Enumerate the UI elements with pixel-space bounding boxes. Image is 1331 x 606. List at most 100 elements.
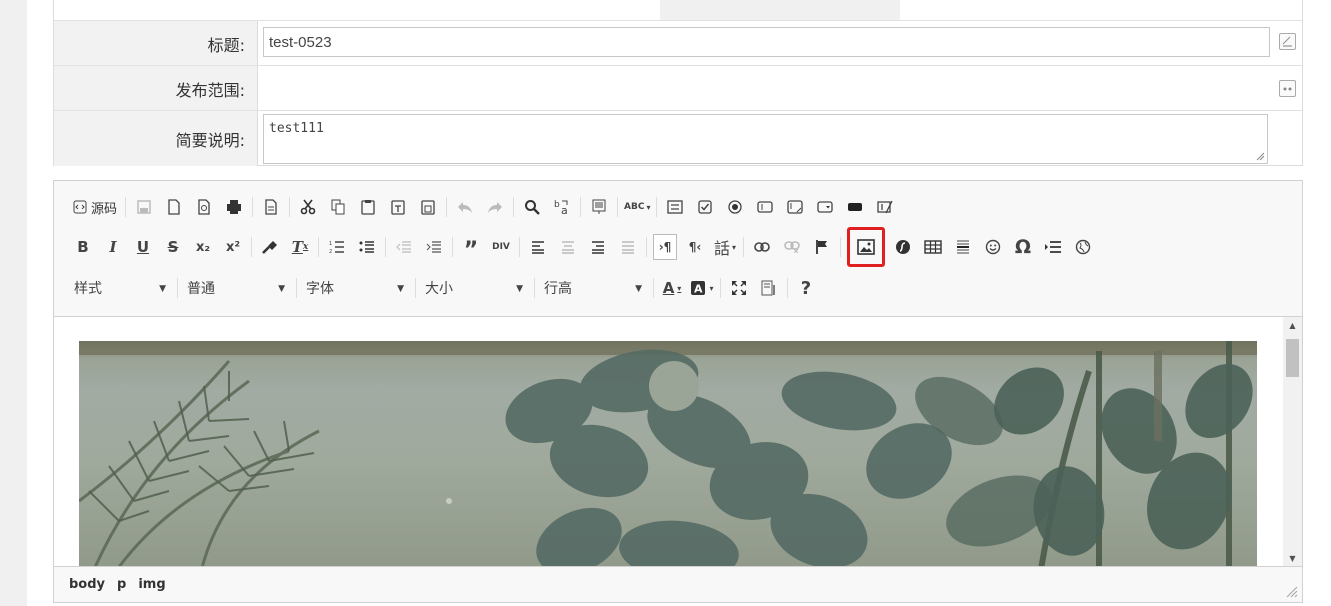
toolbar-separator bbox=[452, 237, 453, 257]
table-icon[interactable] bbox=[921, 234, 945, 260]
remove-format-icon[interactable]: Tx bbox=[288, 234, 312, 260]
paste-word-icon[interactable] bbox=[416, 194, 440, 220]
blockquote-icon[interactable]: ” bbox=[459, 234, 483, 262]
select-users-icon[interactable] bbox=[1279, 80, 1296, 97]
scroll-up-arrow-icon[interactable]: ▲ bbox=[1283, 317, 1302, 334]
chevron-down-icon: ▼ bbox=[159, 284, 166, 294]
toolbar-row-1: 源码 ba ABC ▾ bbox=[68, 192, 900, 222]
toolbar-separator bbox=[385, 237, 386, 257]
select-all-icon[interactable] bbox=[587, 194, 611, 220]
editor-content-area[interactable]: ▲ ▼ bbox=[54, 317, 1302, 567]
text-ltr-icon[interactable]: ›¶ bbox=[653, 234, 677, 260]
bold-icon[interactable]: B bbox=[71, 234, 95, 260]
indent-icon[interactable] bbox=[422, 234, 446, 260]
toolbar-separator bbox=[840, 237, 841, 257]
iframe-globe-icon[interactable] bbox=[1071, 234, 1095, 260]
replace-icon[interactable]: ba bbox=[550, 194, 574, 220]
scope-field-cell[interactable] bbox=[259, 66, 1302, 111]
hidden-field-icon[interactable] bbox=[873, 194, 897, 220]
create-div-icon[interactable]: DIV bbox=[489, 234, 513, 260]
language-icon[interactable]: 話 ▾ bbox=[713, 234, 737, 260]
title-input[interactable]: test-0523 bbox=[263, 27, 1270, 57]
form-row-description: 简要说明: test111 bbox=[54, 110, 1302, 166]
copy-format-icon[interactable] bbox=[258, 234, 282, 260]
select-field-icon[interactable] bbox=[813, 194, 837, 220]
text-rtl-icon[interactable]: ¶‹ bbox=[683, 234, 707, 260]
smiley-icon[interactable] bbox=[981, 234, 1005, 260]
copy-icon[interactable] bbox=[326, 194, 350, 220]
align-right-icon[interactable] bbox=[586, 234, 610, 260]
size-combo[interactable]: 大小 ▼ bbox=[419, 275, 531, 301]
toolbar-separator bbox=[519, 237, 520, 257]
maximize-icon[interactable] bbox=[727, 275, 751, 301]
description-label: 简要说明: bbox=[54, 111, 258, 166]
background-color-icon[interactable]: A ▾ bbox=[690, 275, 714, 301]
help-icon[interactable]: ? bbox=[794, 275, 818, 301]
textarea-icon[interactable] bbox=[783, 194, 807, 220]
preview-icon[interactable] bbox=[192, 194, 216, 220]
image-icon[interactable] bbox=[847, 227, 885, 267]
svg-text:b: b bbox=[554, 200, 560, 210]
bulleted-list-icon[interactable] bbox=[355, 234, 379, 260]
resize-grip-icon[interactable] bbox=[1256, 152, 1265, 161]
special-char-icon[interactable]: Ω bbox=[1011, 234, 1035, 260]
form-icon[interactable] bbox=[663, 194, 687, 220]
anchor-icon[interactable] bbox=[810, 234, 834, 260]
align-left-icon[interactable] bbox=[526, 234, 550, 260]
page-break-icon[interactable] bbox=[1041, 234, 1065, 260]
path-body[interactable]: body bbox=[69, 577, 105, 592]
content-scrollbar[interactable]: ▲ ▼ bbox=[1283, 317, 1302, 567]
new-page-icon[interactable] bbox=[162, 194, 186, 220]
print-icon[interactable] bbox=[222, 194, 246, 220]
paste-text-icon[interactable] bbox=[386, 194, 410, 220]
edit-icon[interactable] bbox=[1279, 33, 1296, 50]
unlink-icon[interactable] bbox=[780, 234, 804, 260]
description-textarea[interactable]: test111 bbox=[263, 114, 1268, 164]
element-path-bar: body p img bbox=[54, 566, 1302, 602]
rich-text-editor: 源码 ba ABC ▾ B I U S x₂ x² T x 1 2 ” DIV … bbox=[53, 180, 1303, 603]
title-field-cell: test-0523 bbox=[259, 21, 1302, 66]
cut-icon[interactable] bbox=[296, 194, 320, 220]
numbered-list-icon[interactable]: 12 bbox=[325, 234, 349, 260]
paste-icon[interactable] bbox=[356, 194, 380, 220]
save-icon[interactable] bbox=[132, 194, 156, 220]
italic-icon[interactable]: I bbox=[101, 234, 125, 260]
button-field-icon[interactable] bbox=[843, 194, 867, 220]
source-button[interactable]: 源码 bbox=[71, 194, 119, 220]
find-icon[interactable] bbox=[520, 194, 544, 220]
language-label: 話 bbox=[713, 239, 730, 258]
toolbar-separator bbox=[656, 197, 658, 217]
checkbox-icon[interactable] bbox=[693, 194, 717, 220]
outdent-icon[interactable] bbox=[392, 234, 416, 260]
subscript-icon[interactable]: x₂ bbox=[191, 234, 215, 260]
editor-resize-grip-icon[interactable] bbox=[1286, 586, 1298, 598]
scroll-down-arrow-icon[interactable]: ▼ bbox=[1283, 550, 1302, 567]
spellcheck-icon[interactable]: ABC ▾ bbox=[624, 194, 650, 220]
font-combo[interactable]: 字体 ▼ bbox=[300, 275, 412, 301]
scroll-thumb[interactable] bbox=[1286, 339, 1299, 377]
flash-icon[interactable] bbox=[891, 234, 915, 260]
text-field-icon[interactable] bbox=[753, 194, 777, 220]
superscript-icon[interactable]: x² bbox=[221, 234, 245, 260]
strikethrough-icon[interactable]: S bbox=[161, 234, 185, 260]
path-p[interactable]: p bbox=[117, 577, 126, 592]
toolbar-separator bbox=[251, 237, 252, 257]
toolbar-separator bbox=[534, 278, 535, 298]
redo-icon[interactable] bbox=[483, 194, 507, 220]
justify-icon[interactable] bbox=[616, 234, 640, 260]
line-height-combo[interactable]: 行高 ▼ bbox=[538, 275, 650, 301]
templates-icon[interactable] bbox=[259, 194, 283, 220]
undo-icon[interactable] bbox=[453, 194, 477, 220]
align-center-icon[interactable] bbox=[556, 234, 580, 260]
text-color-icon[interactable]: A ▾ bbox=[660, 275, 684, 301]
path-img[interactable]: img bbox=[138, 577, 165, 592]
horizontal-rule-icon[interactable] bbox=[951, 234, 975, 260]
link-icon[interactable] bbox=[750, 234, 774, 260]
show-blocks-icon[interactable] bbox=[757, 275, 781, 301]
toolbar-separator bbox=[252, 197, 254, 217]
format-combo[interactable]: 普通 ▼ bbox=[181, 275, 293, 301]
radio-icon[interactable] bbox=[723, 194, 747, 220]
underline-icon[interactable]: U bbox=[131, 234, 155, 260]
inserted-painting-image[interactable] bbox=[79, 341, 1257, 567]
style-combo[interactable]: 样式 ▼ bbox=[68, 275, 174, 301]
